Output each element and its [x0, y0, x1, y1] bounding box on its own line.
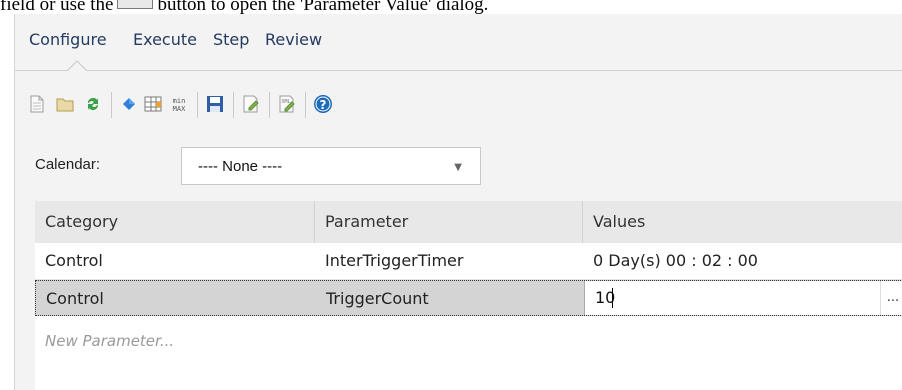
column-header-parameter[interactable]: Parameter: [315, 201, 583, 243]
tab-execute[interactable]: Execute: [133, 30, 197, 49]
gem-icon[interactable]: [119, 94, 139, 114]
tab-step[interactable]: Step: [213, 30, 249, 49]
value-cell[interactable]: 0 Day(s) 00 : 02 : 00: [583, 243, 902, 279]
toolbar-separator: [233, 92, 234, 118]
column-header-values[interactable]: Values: [583, 201, 902, 243]
calendar-selected-value: ---- None ----: [198, 158, 283, 175]
toolbar-separator: [111, 92, 112, 118]
text-caret: [612, 288, 613, 308]
value-edit-field[interactable]: 10 ...: [584, 281, 902, 315]
edit-document-icon[interactable]: [241, 94, 261, 114]
table-grid-icon[interactable]: [143, 94, 163, 114]
tab-review[interactable]: Review: [265, 30, 322, 49]
doc-text-after: button to open the 'Parameter Value' dia…: [157, 0, 489, 15]
active-tab-indicator: [67, 60, 87, 71]
category-cell[interactable]: Control: [35, 243, 315, 279]
refresh-icon[interactable]: [83, 94, 103, 114]
new-parameter-row[interactable]: New Parameter...: [35, 323, 902, 359]
tab-bar: Configure Execute Step Review: [15, 14, 902, 58]
svg-text:min: min: [173, 97, 186, 105]
open-folder-icon[interactable]: [55, 94, 75, 114]
doc-text-before: field or use the: [0, 0, 114, 15]
grid-header: Category Parameter Values: [35, 201, 902, 244]
parameter-cell[interactable]: TriggerCount: [316, 281, 584, 317]
toolbar-separator: [197, 92, 198, 118]
column-header-category[interactable]: Category: [35, 201, 315, 243]
save-icon[interactable]: [205, 94, 225, 114]
xml-document-icon[interactable]: XML: [277, 94, 297, 114]
tab-configure[interactable]: Configure: [29, 30, 107, 49]
svg-text:?: ?: [320, 98, 327, 112]
category-cell[interactable]: Control: [36, 281, 316, 317]
ellipsis-button-illustration: [117, 0, 154, 9]
new-document-icon[interactable]: [27, 94, 47, 114]
parameter-value-dialog-button[interactable]: ...: [880, 281, 902, 315]
new-parameter-placeholder[interactable]: New Parameter...: [45, 332, 174, 350]
min-max-icon[interactable]: min MAX: [169, 94, 189, 114]
table-row-selected[interactable]: Control TriggerCount 10 ...: [35, 280, 902, 316]
toolbar-separator: [269, 92, 270, 118]
parameter-cell[interactable]: InterTriggerTimer: [315, 243, 583, 279]
help-icon[interactable]: ?: [313, 94, 333, 114]
table-row[interactable]: Control InterTriggerTimer 0 Day(s) 00 : …: [35, 243, 902, 280]
toolbar-separator: [305, 92, 306, 118]
chevron-down-icon[interactable]: ▼: [454, 162, 462, 173]
parameter-grid: Category Parameter Values Control InterT…: [35, 201, 902, 390]
simulation-config-panel: Configure Execute Step Review min MAX XM…: [14, 14, 902, 390]
svg-text:MAX: MAX: [173, 105, 186, 113]
toolbar: min MAX XML ?: [15, 84, 902, 124]
calendar-label: Calendar:: [35, 156, 101, 173]
calendar-dropdown[interactable]: ---- None ---- ▼: [181, 147, 481, 185]
svg-text:XML: XML: [281, 99, 290, 105]
tab-underline: [15, 70, 902, 71]
